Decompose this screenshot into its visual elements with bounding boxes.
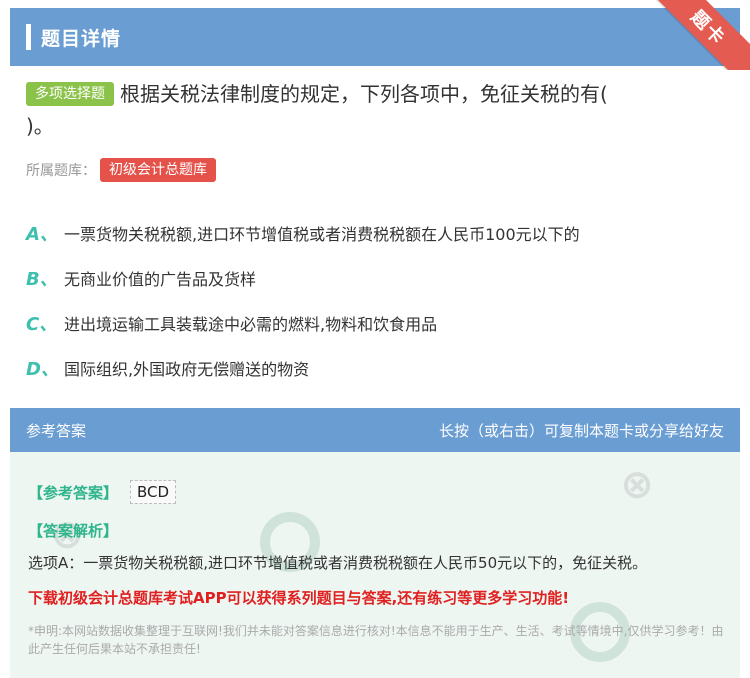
option-letter: A、 — [26, 223, 58, 245]
ribbon-label[interactable]: 题卡 — [644, 0, 750, 70]
option-text: 一票货物关税税额,进口环节增值税或者消费税税额在人民币100元以下的 — [64, 224, 580, 244]
option-letter: C、 — [26, 313, 58, 335]
header-bar: 题目详情 — [10, 8, 740, 66]
answer-header-bar: 参考答案 长按（或右击）可复制本题卡或分享给好友 — [10, 408, 740, 452]
option-text: 国际组织,外国政府无偿赠送的物资 — [64, 359, 310, 379]
watermark-glyph: ⊕ — [608, 456, 665, 514]
explain-row: 【答案解析】 — [28, 520, 118, 541]
question-card-ribbon[interactable]: 题卡 — [644, 0, 750, 70]
question-block: 多项选择题 根据关税法律制度的规定，下列各项中，免征关税的有( )。 — [26, 78, 726, 142]
question-text-line: 多项选择题 根据关税法律制度的规定，下列各项中，免征关税的有( — [26, 78, 726, 110]
option-text: 进出境运输工具装载途中必需的燃料,物料和饮食用品 — [64, 314, 438, 334]
bank-name-badge[interactable]: 初级会计总题库 — [100, 158, 216, 182]
page: 题目详情 题卡 多项选择题 根据关税法律制度的规定，下列各项中，免征关税的有( )… — [0, 0, 750, 678]
option-d[interactable]: D、 国际组织,外国政府无偿赠送的物资 — [26, 345, 726, 390]
option-a[interactable]: A、 一票货物关税税额,进口环节增值税或者消费税税额在人民币100元以下的 — [26, 210, 726, 255]
answer-label: 【参考答案】 — [28, 483, 119, 502]
app-promo-link[interactable]: 下载初级会计总题库考试APP可以获得系列题目与答案,还有练习等更多学习功能! — [28, 587, 728, 608]
answer-panel: ⊕ ⊕ 【参考答案】 BCD 【答案解析】 选项A：一票货物关税税额,进口环节增… — [10, 452, 740, 678]
option-letter: D、 — [26, 358, 59, 380]
answer-row: 【参考答案】 BCD — [28, 480, 177, 504]
explain-label: 【答案解析】 — [28, 522, 119, 540]
answer-header-title: 参考答案 — [26, 421, 87, 440]
bank-label: 所属题库： — [26, 163, 96, 179]
answer-value[interactable]: BCD — [130, 480, 177, 504]
option-c[interactable]: C、 进出境运输工具装载途中必需的燃料,物料和饮食用品 — [26, 300, 726, 345]
share-hint: 长按（或右击）可复制本题卡或分享给好友 — [438, 421, 724, 440]
explain-text: 选项A：一票货物关税税额,进口环节增值税或者消费税税额在人民币50元以下的，免征… — [28, 554, 648, 572]
option-b[interactable]: B、 无商业价值的广告品及货样 — [26, 255, 726, 300]
option-letter: B、 — [26, 268, 58, 290]
question-text-continued: )。 — [26, 114, 54, 138]
header-accent-bar — [26, 24, 31, 50]
question-text: 根据关税法律制度的规定，下列各项中，免征关税的有( — [120, 82, 608, 106]
options-list: A、 一票货物关税税额,进口环节增值税或者消费税税额在人民币100元以下的 B、… — [26, 210, 726, 390]
question-bank: 所属题库： 初级会计总题库 — [26, 158, 216, 182]
question-type-badge: 多项选择题 — [26, 82, 114, 106]
option-text: 无商业价值的广告品及货样 — [64, 269, 257, 289]
page-title: 题目详情 — [41, 27, 122, 50]
disclaimer-text: *申明:本网站数据收集整理于互联网!我们并未能对答案信息进行核对!本信息不能用于… — [28, 624, 724, 656]
